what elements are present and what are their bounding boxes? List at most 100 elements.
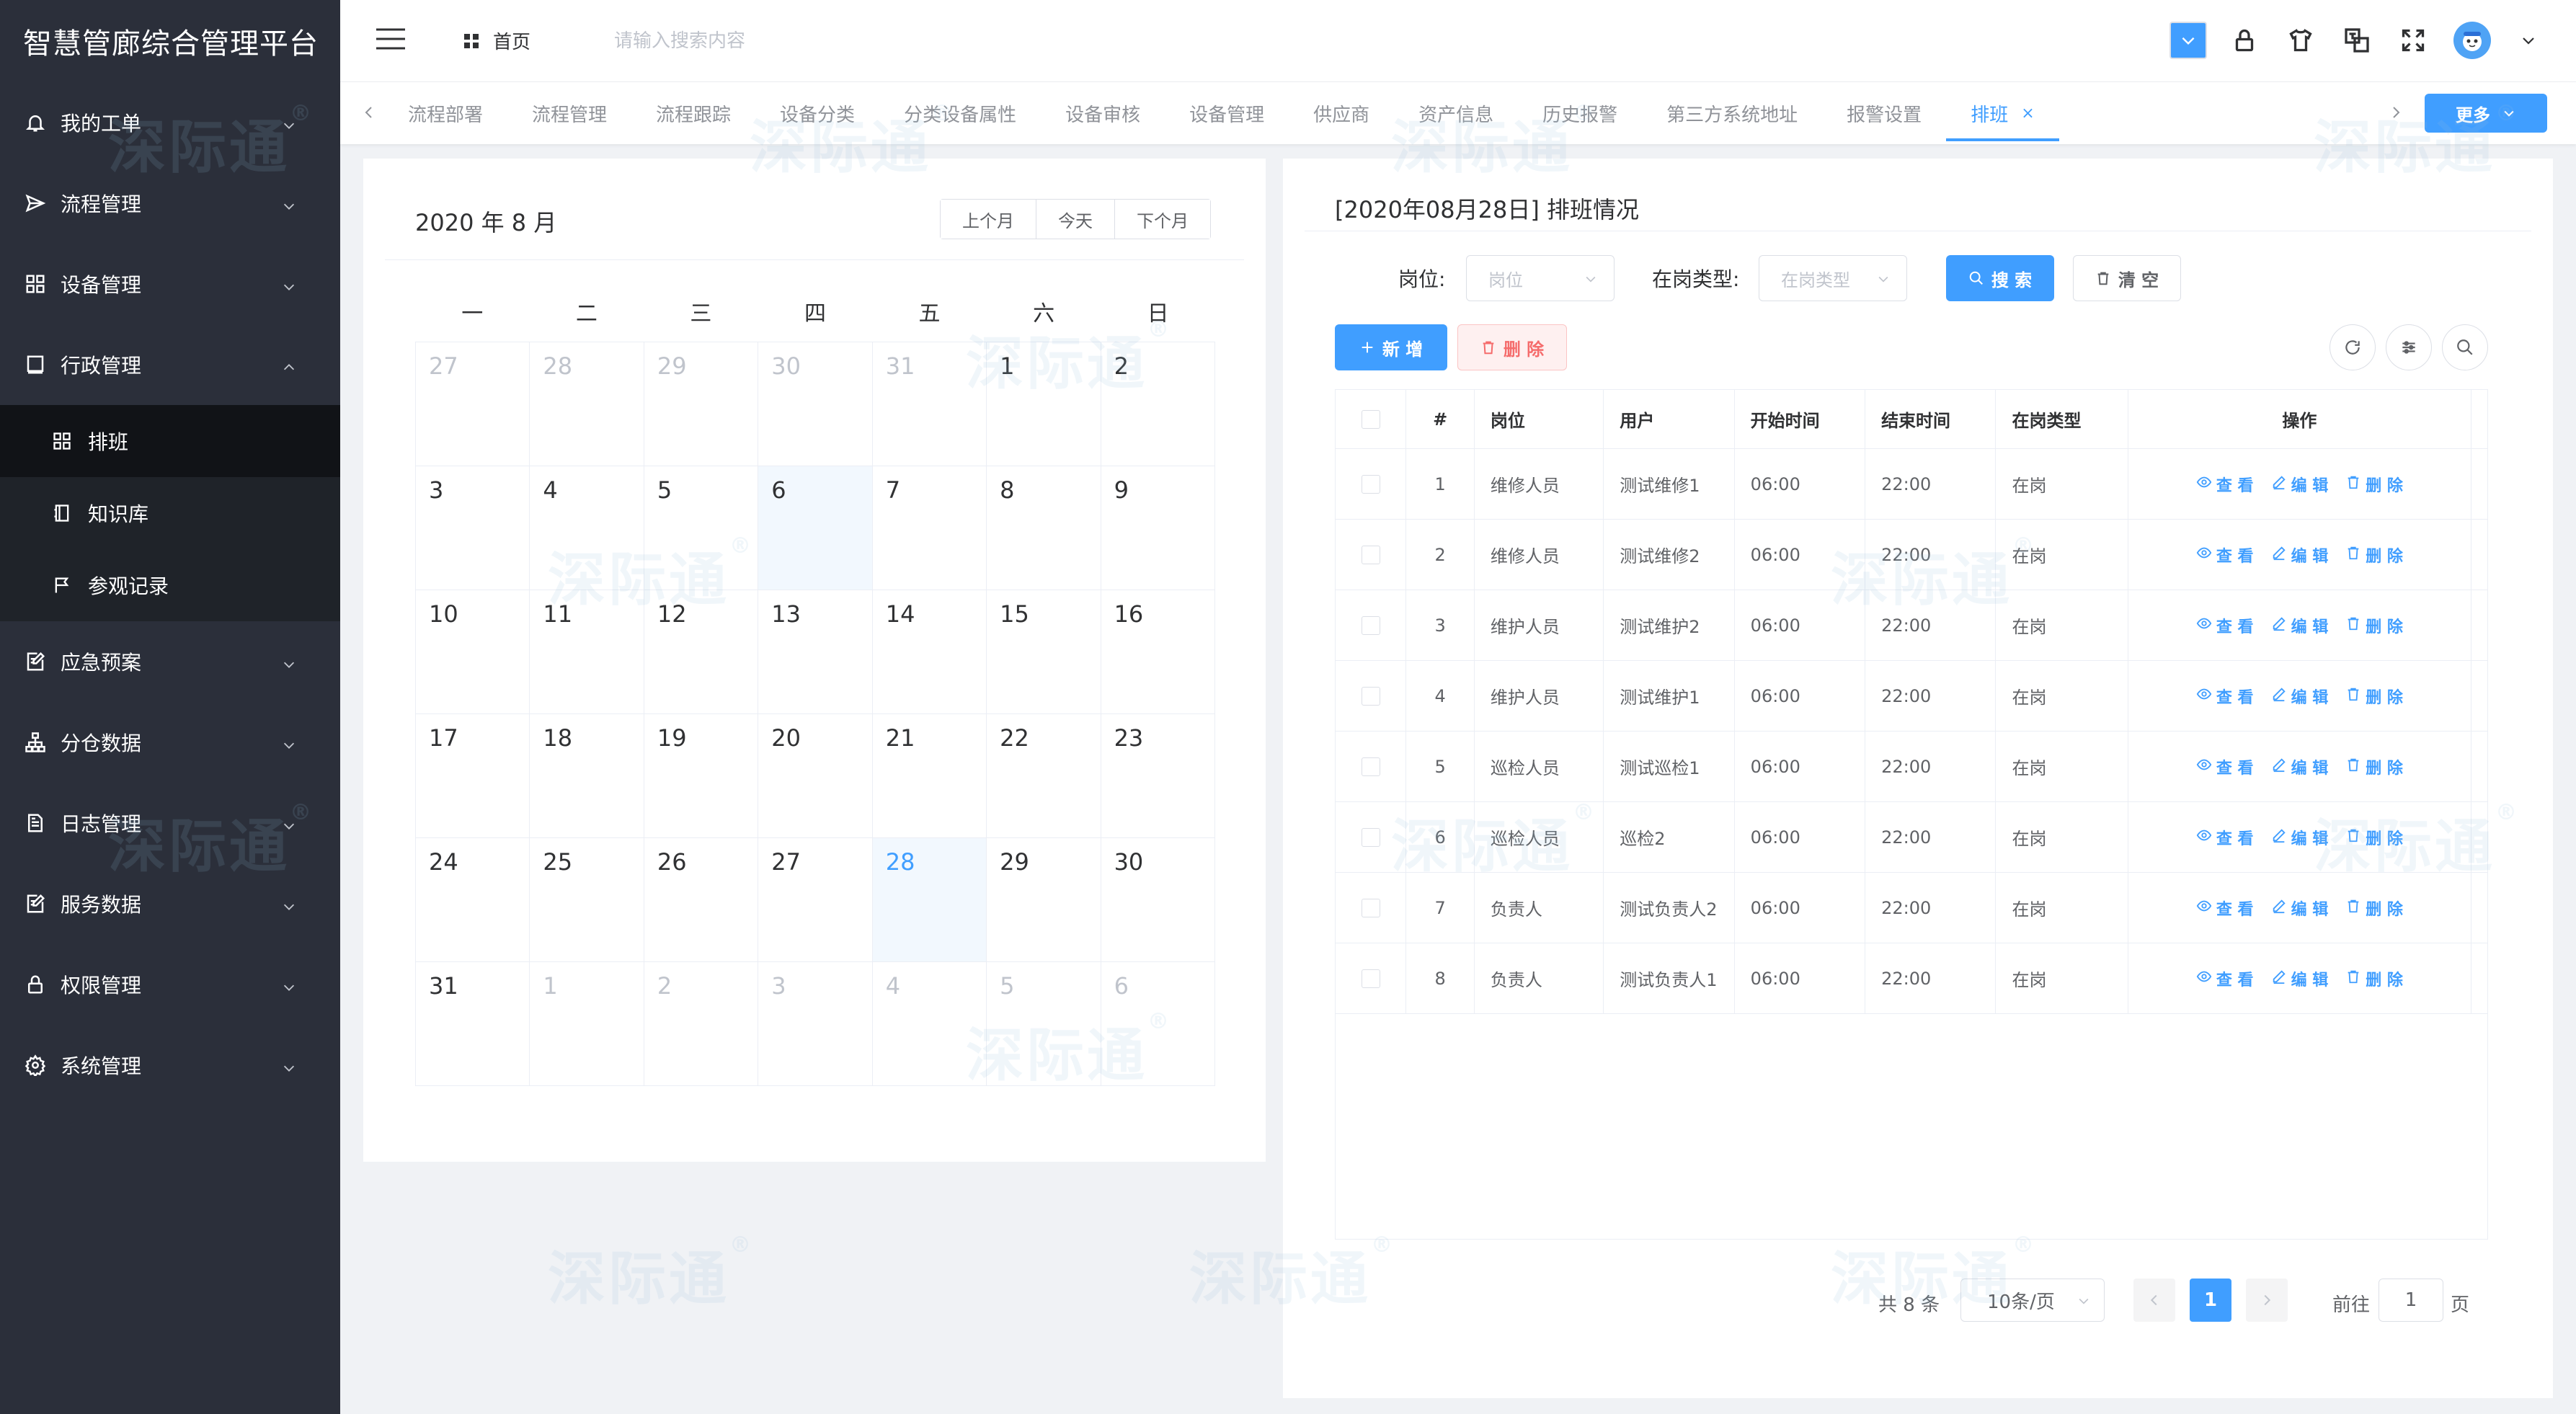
sidebar-subitem-2[interactable]: 参观记录: [0, 549, 340, 621]
calendar-day[interactable]: 5: [644, 466, 759, 590]
sidebar-item-1[interactable]: 流程管理: [0, 163, 340, 244]
delete-button[interactable]: 删 除: [2345, 755, 2403, 778]
edit-button[interactable]: 编 辑: [2271, 614, 2328, 637]
view-button[interactable]: 查 看: [2196, 685, 2254, 708]
refresh-button[interactable]: [2329, 324, 2376, 370]
calendar-day[interactable]: 30: [1101, 838, 1215, 962]
calendar-day[interactable]: 21: [872, 714, 987, 838]
calendar-day[interactable]: 24: [416, 838, 530, 962]
row-checkbox[interactable]: [1361, 615, 1380, 635]
next-page-button[interactable]: [2246, 1279, 2288, 1322]
tabs-scroll-right-icon[interactable]: [2387, 104, 2404, 121]
row-checkbox[interactable]: [1361, 827, 1380, 847]
view-button[interactable]: 查 看: [2196, 826, 2254, 849]
fullscreen-icon[interactable]: [2394, 22, 2432, 59]
calendar-day[interactable]: 3: [416, 466, 530, 590]
row-checkbox[interactable]: [1361, 474, 1380, 494]
page-number-current[interactable]: 1: [2190, 1279, 2231, 1322]
sidebar-item-7[interactable]: 服务数据: [0, 863, 340, 944]
calendar-day[interactable]: 25: [530, 838, 644, 962]
sidebar-item-4[interactable]: 应急预案: [0, 621, 340, 702]
calendar-day[interactable]: 2: [1101, 342, 1215, 466]
calendar-day[interactable]: 11: [530, 590, 644, 714]
calendar-day[interactable]: 7: [872, 466, 987, 590]
prev-page-button[interactable]: [2133, 1279, 2175, 1322]
sidebar-item-0[interactable]: 我的工单: [0, 82, 340, 163]
calendar-day[interactable]: 5: [987, 962, 1101, 1086]
today-button[interactable]: 今天: [1036, 200, 1115, 239]
tab-6[interactable]: 设备管理: [1165, 82, 1289, 144]
tab-3[interactable]: 设备分类: [755, 82, 879, 144]
toggle-search-button[interactable]: [2442, 324, 2488, 370]
view-button[interactable]: 查 看: [2196, 897, 2254, 920]
tab-11[interactable]: 报警设置: [1822, 82, 1946, 144]
calendar-day[interactable]: 28: [872, 838, 987, 962]
row-checkbox[interactable]: [1361, 545, 1380, 564]
prev-month-button[interactable]: 上个月: [941, 200, 1036, 239]
batch-delete-button[interactable]: 删 除: [1457, 324, 1567, 370]
calendar-day[interactable]: 1: [530, 962, 644, 1086]
delete-button[interactable]: 删 除: [2345, 685, 2403, 708]
tab-4[interactable]: 分类设备属性: [879, 82, 1041, 144]
delete-button[interactable]: 删 除: [2345, 897, 2403, 920]
goto-page-input[interactable]: [2379, 1279, 2443, 1322]
calendar-day[interactable]: 27: [758, 838, 873, 962]
delete-button[interactable]: 删 除: [2345, 967, 2403, 990]
delete-button[interactable]: 删 除: [2345, 826, 2403, 849]
calendar-day[interactable]: 18: [530, 714, 644, 838]
calendar-day[interactable]: 31: [416, 962, 530, 1086]
delete-button[interactable]: 删 除: [2345, 473, 2403, 496]
edit-button[interactable]: 编 辑: [2271, 543, 2328, 566]
edit-button[interactable]: 编 辑: [2271, 967, 2328, 990]
theme-shirt-icon[interactable]: [2282, 22, 2319, 59]
row-checkbox[interactable]: [1361, 969, 1380, 988]
edit-button[interactable]: 编 辑: [2271, 755, 2328, 778]
calendar-day[interactable]: 15: [987, 590, 1101, 714]
next-month-button[interactable]: 下个月: [1115, 200, 1210, 239]
view-button[interactable]: 查 看: [2196, 473, 2254, 496]
calendar-day[interactable]: 23: [1101, 714, 1215, 838]
calendar-day[interactable]: 29: [987, 838, 1101, 962]
calendar-day[interactable]: 29: [644, 342, 759, 466]
tab-2[interactable]: 流程跟踪: [631, 82, 755, 144]
clear-button[interactable]: 清 空: [2073, 255, 2181, 301]
dropdown-toggle-icon[interactable]: [2169, 22, 2207, 59]
delete-button[interactable]: 删 除: [2345, 543, 2403, 566]
calendar-day[interactable]: 6: [758, 466, 873, 590]
tabs-scroll-left-icon[interactable]: [360, 104, 378, 121]
page-size-select[interactable]: 10条/页: [1960, 1279, 2105, 1322]
calendar-day[interactable]: 30: [758, 342, 873, 466]
view-button[interactable]: 查 看: [2196, 755, 2254, 778]
calendar-day[interactable]: 26: [644, 838, 759, 962]
calendar-day[interactable]: 16: [1101, 590, 1215, 714]
calendar-day[interactable]: 31: [872, 342, 987, 466]
tab-0[interactable]: 流程部署: [383, 82, 507, 144]
lock-icon[interactable]: [2226, 22, 2263, 59]
translate-icon[interactable]: [2338, 22, 2376, 59]
calendar-day[interactable]: 1: [987, 342, 1101, 466]
breadcrumb-home[interactable]: 首页: [463, 27, 530, 54]
calendar-day[interactable]: 27: [416, 342, 530, 466]
sidebar-item-2[interactable]: 设备管理: [0, 244, 340, 324]
calendar-day[interactable]: 22: [987, 714, 1101, 838]
column-settings-button[interactable]: [2386, 324, 2432, 370]
calendar-day[interactable]: 8: [987, 466, 1101, 590]
tab-1[interactable]: 流程管理: [507, 82, 631, 144]
sidebar-item-9[interactable]: 系统管理: [0, 1025, 340, 1106]
add-button[interactable]: 新 增: [1335, 324, 1447, 370]
calendar-day[interactable]: 12: [644, 590, 759, 714]
type-select[interactable]: 在岗类型: [1759, 255, 1907, 301]
user-avatar[interactable]: [2453, 22, 2491, 59]
calendar-day[interactable]: 28: [530, 342, 644, 466]
calendar-day[interactable]: 4: [872, 962, 987, 1086]
calendar-day[interactable]: 13: [758, 590, 873, 714]
post-select[interactable]: 岗位: [1466, 255, 1615, 301]
sidebar-item-6[interactable]: 日志管理: [0, 783, 340, 863]
sidebar-subitem-1[interactable]: 知识库: [0, 477, 340, 549]
row-checkbox[interactable]: [1361, 757, 1380, 776]
close-icon[interactable]: ×: [2021, 105, 2034, 123]
row-checkbox[interactable]: [1361, 686, 1380, 706]
view-button[interactable]: 查 看: [2196, 614, 2254, 637]
tab-10[interactable]: 第三方系统地址: [1642, 82, 1822, 144]
tab-5[interactable]: 设备审核: [1041, 82, 1165, 144]
